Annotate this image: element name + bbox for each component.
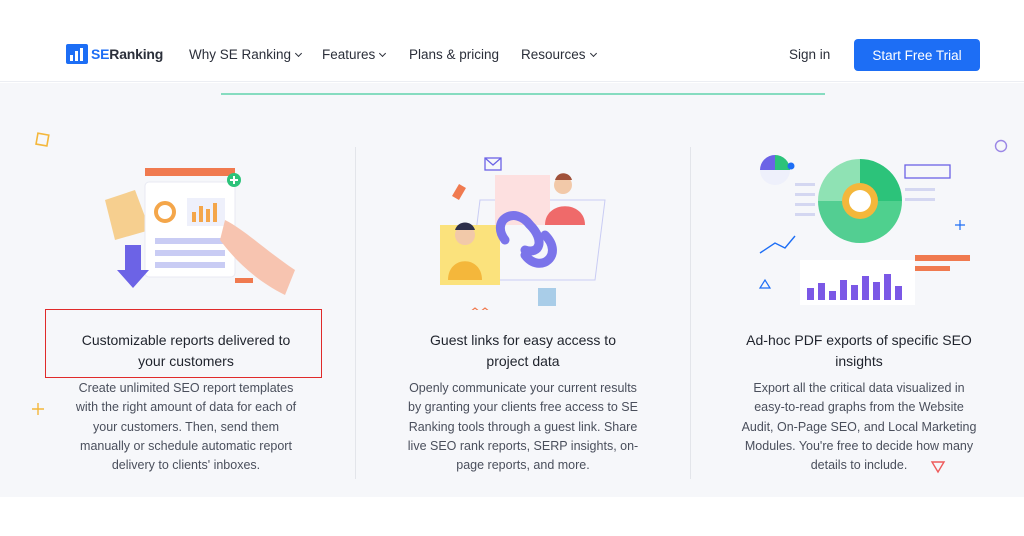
chevron-down-icon	[295, 49, 303, 57]
guest-links-illustration	[440, 157, 606, 310]
feature-description: Openly communicate your current results b…	[407, 381, 639, 473]
nav-plans-pricing[interactable]: Plans & pricing	[409, 47, 499, 62]
feature-title: Guest links for easy access to project da…	[430, 332, 616, 369]
feature-description: Create unlimited SEO report templates wit…	[75, 381, 297, 473]
nav-features[interactable]: Features	[322, 47, 387, 62]
column-divider	[690, 147, 691, 479]
section-divider-line	[221, 93, 825, 95]
feature-description: Export all the critical data visualized …	[741, 381, 977, 473]
pdf-exports-illustration	[758, 155, 970, 305]
highlight-box	[45, 309, 322, 378]
logo-icon	[66, 44, 88, 64]
chevron-down-icon	[589, 49, 597, 57]
site-header: SERanking Why SE Ranking Features Plans …	[0, 0, 1024, 82]
sign-in-link[interactable]: Sign in	[789, 47, 830, 62]
column-divider	[355, 147, 356, 479]
logo[interactable]: SERanking	[66, 44, 163, 64]
circle-decoration-icon	[994, 139, 1008, 153]
square-decoration-icon	[35, 132, 50, 147]
logo-text: SERanking	[91, 46, 164, 62]
feature-card-pdf-exports: Ad-hoc PDF exports of specific SEO insigh…	[714, 330, 1004, 475]
nav-why-se-ranking[interactable]: Why SE Ranking	[189, 47, 303, 62]
start-free-trial-button[interactable]: Start Free Trial	[854, 39, 980, 71]
reports-illustration	[105, 168, 295, 295]
feature-title: Ad-hoc PDF exports of specific SEO insigh…	[746, 332, 972, 369]
feature-card-guest-links: Guest links for easy access to project da…	[378, 330, 668, 475]
chevron-down-icon	[379, 49, 387, 57]
nav-resources[interactable]: Resources	[521, 47, 597, 62]
